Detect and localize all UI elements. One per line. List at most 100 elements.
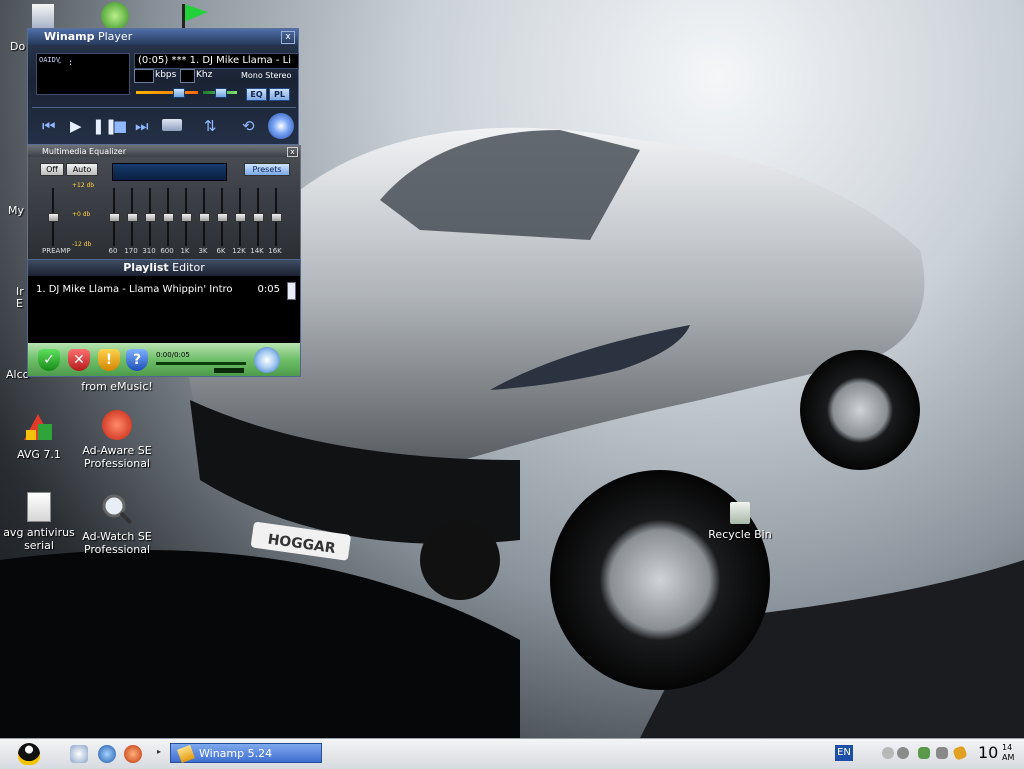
text-file-icon — [27, 492, 51, 522]
eq-band-label: 60 — [108, 247, 118, 255]
shuffle-icon[interactable]: ⇅ — [204, 117, 217, 135]
tray-usb-icon[interactable] — [936, 747, 948, 759]
desktop-icon-recycle-bin[interactable]: Recycle Bin — [695, 502, 785, 541]
desktop-icon-ad-watch[interactable]: Ad-Watch SE Professional — [72, 492, 162, 556]
winamp-titlebar[interactable]: Winamp Player — [28, 29, 298, 45]
volume-knob[interactable] — [173, 88, 185, 98]
avg-icon — [22, 410, 56, 444]
playlist-item-duration: 0:05 — [257, 284, 280, 295]
tray-speaker-icon[interactable] — [897, 747, 909, 759]
system-clock[interactable]: 10 14 AM — [978, 743, 1014, 762]
play-button[interactable]: ▶ — [70, 117, 82, 135]
eq-band-label: 14K — [250, 247, 264, 255]
eq-band-slider[interactable] — [217, 188, 228, 246]
eq-band-knob[interactable] — [181, 213, 192, 222]
playlist-seek-bar[interactable] — [156, 362, 246, 365]
eq-band-slider[interactable] — [163, 188, 174, 246]
quicklaunch-firefox-icon[interactable] — [124, 745, 142, 763]
eq-toggle-button[interactable]: EQ — [246, 88, 267, 101]
db-bot-label: -12 db — [72, 241, 92, 248]
pl-toggle-button[interactable]: PL — [269, 88, 290, 101]
next-button[interactable]: ⏭ — [135, 117, 149, 135]
eq-band-slider[interactable] — [253, 188, 264, 246]
preamp-slider[interactable] — [48, 188, 59, 246]
eq-band-knob[interactable] — [109, 213, 120, 222]
eq-band-slider[interactable] — [109, 188, 120, 246]
eq-band-slider[interactable] — [145, 188, 156, 246]
desktop-icon-label: Ad-Aware SE Professional — [82, 444, 152, 470]
eq-band-knob[interactable] — [199, 213, 210, 222]
prev-button[interactable]: ⏮ — [42, 117, 56, 135]
add-shield-icon[interactable]: ✓ — [38, 349, 60, 371]
playlist-footer: ✓ ✕ ! ? 0:00/0:05 — [28, 343, 300, 376]
desktop-icon-label: Do — [10, 40, 26, 53]
misc-shield-icon[interactable]: ? — [126, 349, 148, 371]
eq-close-icon[interactable]: x — [287, 147, 298, 157]
desktop-icon-label: My — [8, 204, 25, 217]
quicklaunch-browser-icon[interactable] — [98, 745, 116, 763]
eq-band-slider[interactable] — [181, 188, 192, 246]
playlist-titlebar[interactable]: Playlist Editor — [28, 260, 300, 276]
eq-auto-button[interactable]: Auto — [66, 163, 98, 176]
tray-network-icon[interactable] — [918, 747, 930, 759]
start-penguin-icon[interactable] — [18, 743, 40, 765]
playlist-title-bold: Playlist — [123, 261, 169, 274]
eq-band-label: 16K — [268, 247, 282, 255]
playlist-mini-controls[interactable] — [214, 368, 244, 373]
media-disc-icon[interactable] — [254, 347, 280, 373]
eq-band-knob[interactable] — [217, 213, 228, 222]
taskbar: ▸ Winamp 5.24 EN 10 14 AM — [0, 738, 1024, 769]
stop-button[interactable]: ■ — [113, 117, 127, 135]
eq-band-knob[interactable] — [271, 213, 282, 222]
eq-band-knob[interactable] — [127, 213, 138, 222]
eq-band-knob[interactable] — [145, 213, 156, 222]
eq-presets-button[interactable]: Presets — [244, 163, 290, 176]
eq-band-knob[interactable] — [253, 213, 264, 222]
eq-band-knob[interactable] — [163, 213, 174, 222]
visualizer[interactable]: OAIDV - : — [36, 53, 130, 95]
clock-minute: 14 — [1002, 743, 1013, 752]
clock-hour: 10 — [978, 743, 999, 762]
db-mid-label: +0 db — [72, 211, 91, 218]
playlist-scrollbar[interactable] — [287, 282, 296, 300]
song-marquee[interactable]: (0:05) *** 1. DJ Mike Llama - Li — [134, 53, 299, 69]
taskbar-button-winamp[interactable]: Winamp 5.24 — [170, 743, 322, 763]
globe-icon — [101, 2, 129, 30]
playlist-title-rest: Editor — [168, 261, 205, 274]
quicklaunch-penguin-icon[interactable] — [70, 745, 88, 763]
volume-slider[interactable] — [136, 88, 198, 98]
balance-knob[interactable] — [215, 88, 227, 98]
quicklaunch-expand-icon[interactable]: ▸ — [157, 747, 161, 756]
eq-band-slider[interactable] — [271, 188, 282, 246]
eq-band-slider[interactable] — [235, 188, 246, 246]
balance-slider[interactable] — [203, 88, 237, 98]
desktop-icon-label: Alco — [6, 368, 30, 381]
eq-off-button[interactable]: Off — [40, 163, 64, 176]
preamp-knob[interactable] — [48, 213, 59, 222]
khz-label: Khz — [196, 70, 213, 80]
winamp-main-panel: Winamp Player x OAIDV - : (0:05) *** 1. … — [27, 28, 299, 145]
eject-icon[interactable] — [162, 119, 182, 131]
eq-band-knob[interactable] — [235, 213, 246, 222]
playlist-window: Playlist Editor 1. DJ Mike Llama - Llama… — [27, 259, 301, 377]
eq-band-slider[interactable] — [127, 188, 138, 246]
eq-band-slider[interactable] — [199, 188, 210, 246]
khz-box — [180, 69, 195, 83]
kbps-box — [134, 69, 154, 83]
desktop-icon-ad-aware[interactable]: Ad-Aware SE Professional — [72, 410, 162, 470]
windows-logo-icon[interactable] — [268, 113, 294, 139]
playlist-item[interactable]: 1. DJ Mike Llama - Llama Whippin' Intro — [36, 284, 278, 295]
tray-smiley-icon[interactable] — [882, 747, 894, 759]
winamp-window: Winamp Player x OAIDV - : (0:05) *** 1. … — [27, 28, 299, 145]
repeat-icon[interactable]: ⟲ — [242, 117, 255, 135]
desktop-icon-label: avg antivirus serial — [3, 526, 75, 552]
tray-winamp-icon[interactable] — [952, 745, 968, 761]
close-button[interactable]: x — [281, 31, 295, 44]
language-indicator[interactable]: EN — [835, 745, 853, 761]
eq-band-label: 6K — [216, 247, 226, 255]
eq-band-label: 1K — [180, 247, 190, 255]
desktop-icon-emusic[interactable]: from eMusic! — [72, 380, 162, 393]
select-shield-icon[interactable]: ! — [98, 349, 120, 371]
equalizer-titlebar[interactable]: Multimedia Equalizer — [28, 146, 300, 157]
remove-shield-icon[interactable]: ✕ — [68, 349, 90, 371]
